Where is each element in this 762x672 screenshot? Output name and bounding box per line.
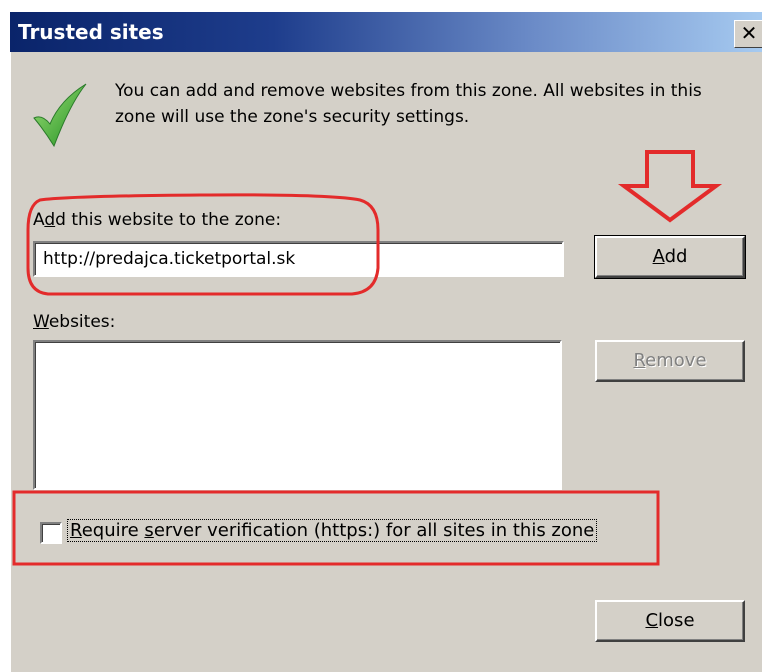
title-bar[interactable]: Trusted sites ✕: [10, 12, 762, 52]
close-button[interactable]: Close: [595, 600, 745, 642]
add-website-label: Add this website to the zone:: [33, 210, 282, 230]
close-icon[interactable]: ✕: [734, 20, 762, 48]
require-https-checkbox[interactable]: [40, 522, 62, 544]
zone-info-text: You can add and remove websites from thi…: [115, 81, 702, 127]
add-button[interactable]: Add: [594, 235, 746, 279]
remove-button[interactable]: Remove: [595, 340, 745, 382]
dialog-title: Trusted sites: [18, 20, 164, 44]
require-https-label[interactable]: Require server verification (https:) for…: [66, 519, 598, 542]
websites-listbox[interactable]: [33, 340, 562, 490]
website-url-input[interactable]: [33, 241, 564, 277]
websites-label: Websites:: [33, 312, 116, 332]
green-checkmark-icon: [33, 83, 87, 148]
